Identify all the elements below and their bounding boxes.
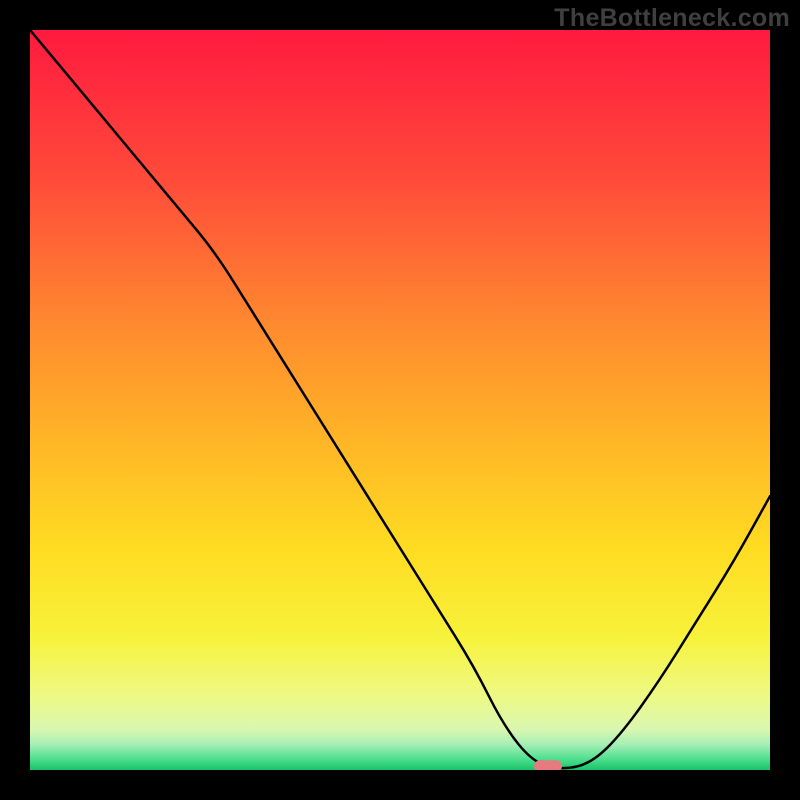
chart-plot-area bbox=[30, 30, 770, 770]
optimum-marker bbox=[534, 760, 562, 770]
chart-svg bbox=[30, 30, 770, 770]
chart-frame: TheBottleneck.com bbox=[0, 0, 800, 800]
watermark-text: TheBottleneck.com bbox=[554, 4, 790, 33]
chart-background bbox=[30, 30, 770, 770]
